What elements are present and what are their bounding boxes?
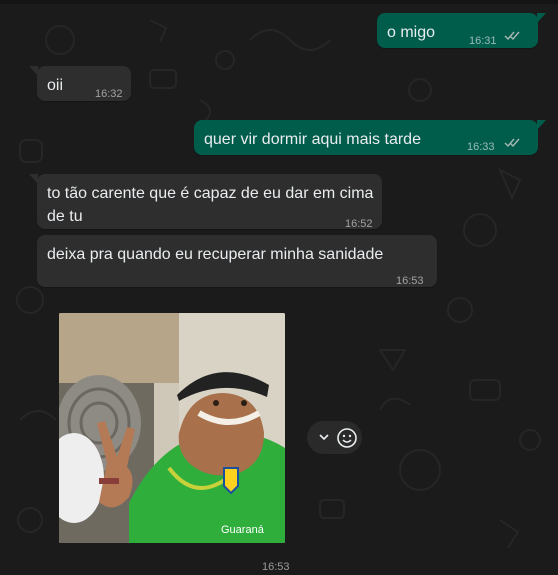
message-time: 16:32: [95, 88, 123, 100]
bubble-tail: [29, 174, 38, 184]
message-text: quer vir dormir aqui mais tarde: [204, 131, 421, 148]
image-message[interactable]: Guaraná: [59, 313, 285, 543]
smiley-icon[interactable]: [336, 427, 358, 449]
message-text: oii: [47, 77, 64, 94]
bubble-tail: [29, 66, 38, 76]
message-incoming[interactable]: deixa pra quando eu recuperar minha sani…: [37, 235, 437, 287]
double-check-icon: [504, 138, 520, 148]
message-time: 16:52: [345, 218, 373, 230]
selfie-photo: Guaraná: [59, 313, 285, 543]
bubble-tail: [537, 120, 546, 130]
message-time: 16:31: [469, 35, 497, 47]
svg-text:Guaraná: Guaraná: [221, 524, 265, 536]
top-divider: [0, 0, 558, 4]
message-time: 16:53: [396, 275, 424, 287]
message-text: to tão carente que é capaz de eu dar em …: [47, 185, 374, 225]
message-outgoing[interactable]: quer vir dormir aqui mais tarde 16:33: [194, 120, 538, 155]
reaction-menu[interactable]: [307, 421, 362, 454]
message-outgoing[interactable]: o migo 16:31: [377, 13, 538, 48]
double-check-icon: [504, 31, 520, 41]
message-incoming[interactable]: oii 16:32: [37, 66, 131, 101]
message-text: deixa pra quando eu recuperar minha sani…: [47, 246, 384, 263]
message-incoming[interactable]: to tão carente que é capaz de eu dar em …: [37, 174, 382, 230]
message-text: o migo: [387, 24, 436, 41]
chevron-down-icon[interactable]: [317, 430, 331, 444]
bubble-tail: [537, 13, 546, 23]
message-time: 16:53: [262, 561, 290, 573]
message-time: 16:33: [467, 141, 495, 153]
